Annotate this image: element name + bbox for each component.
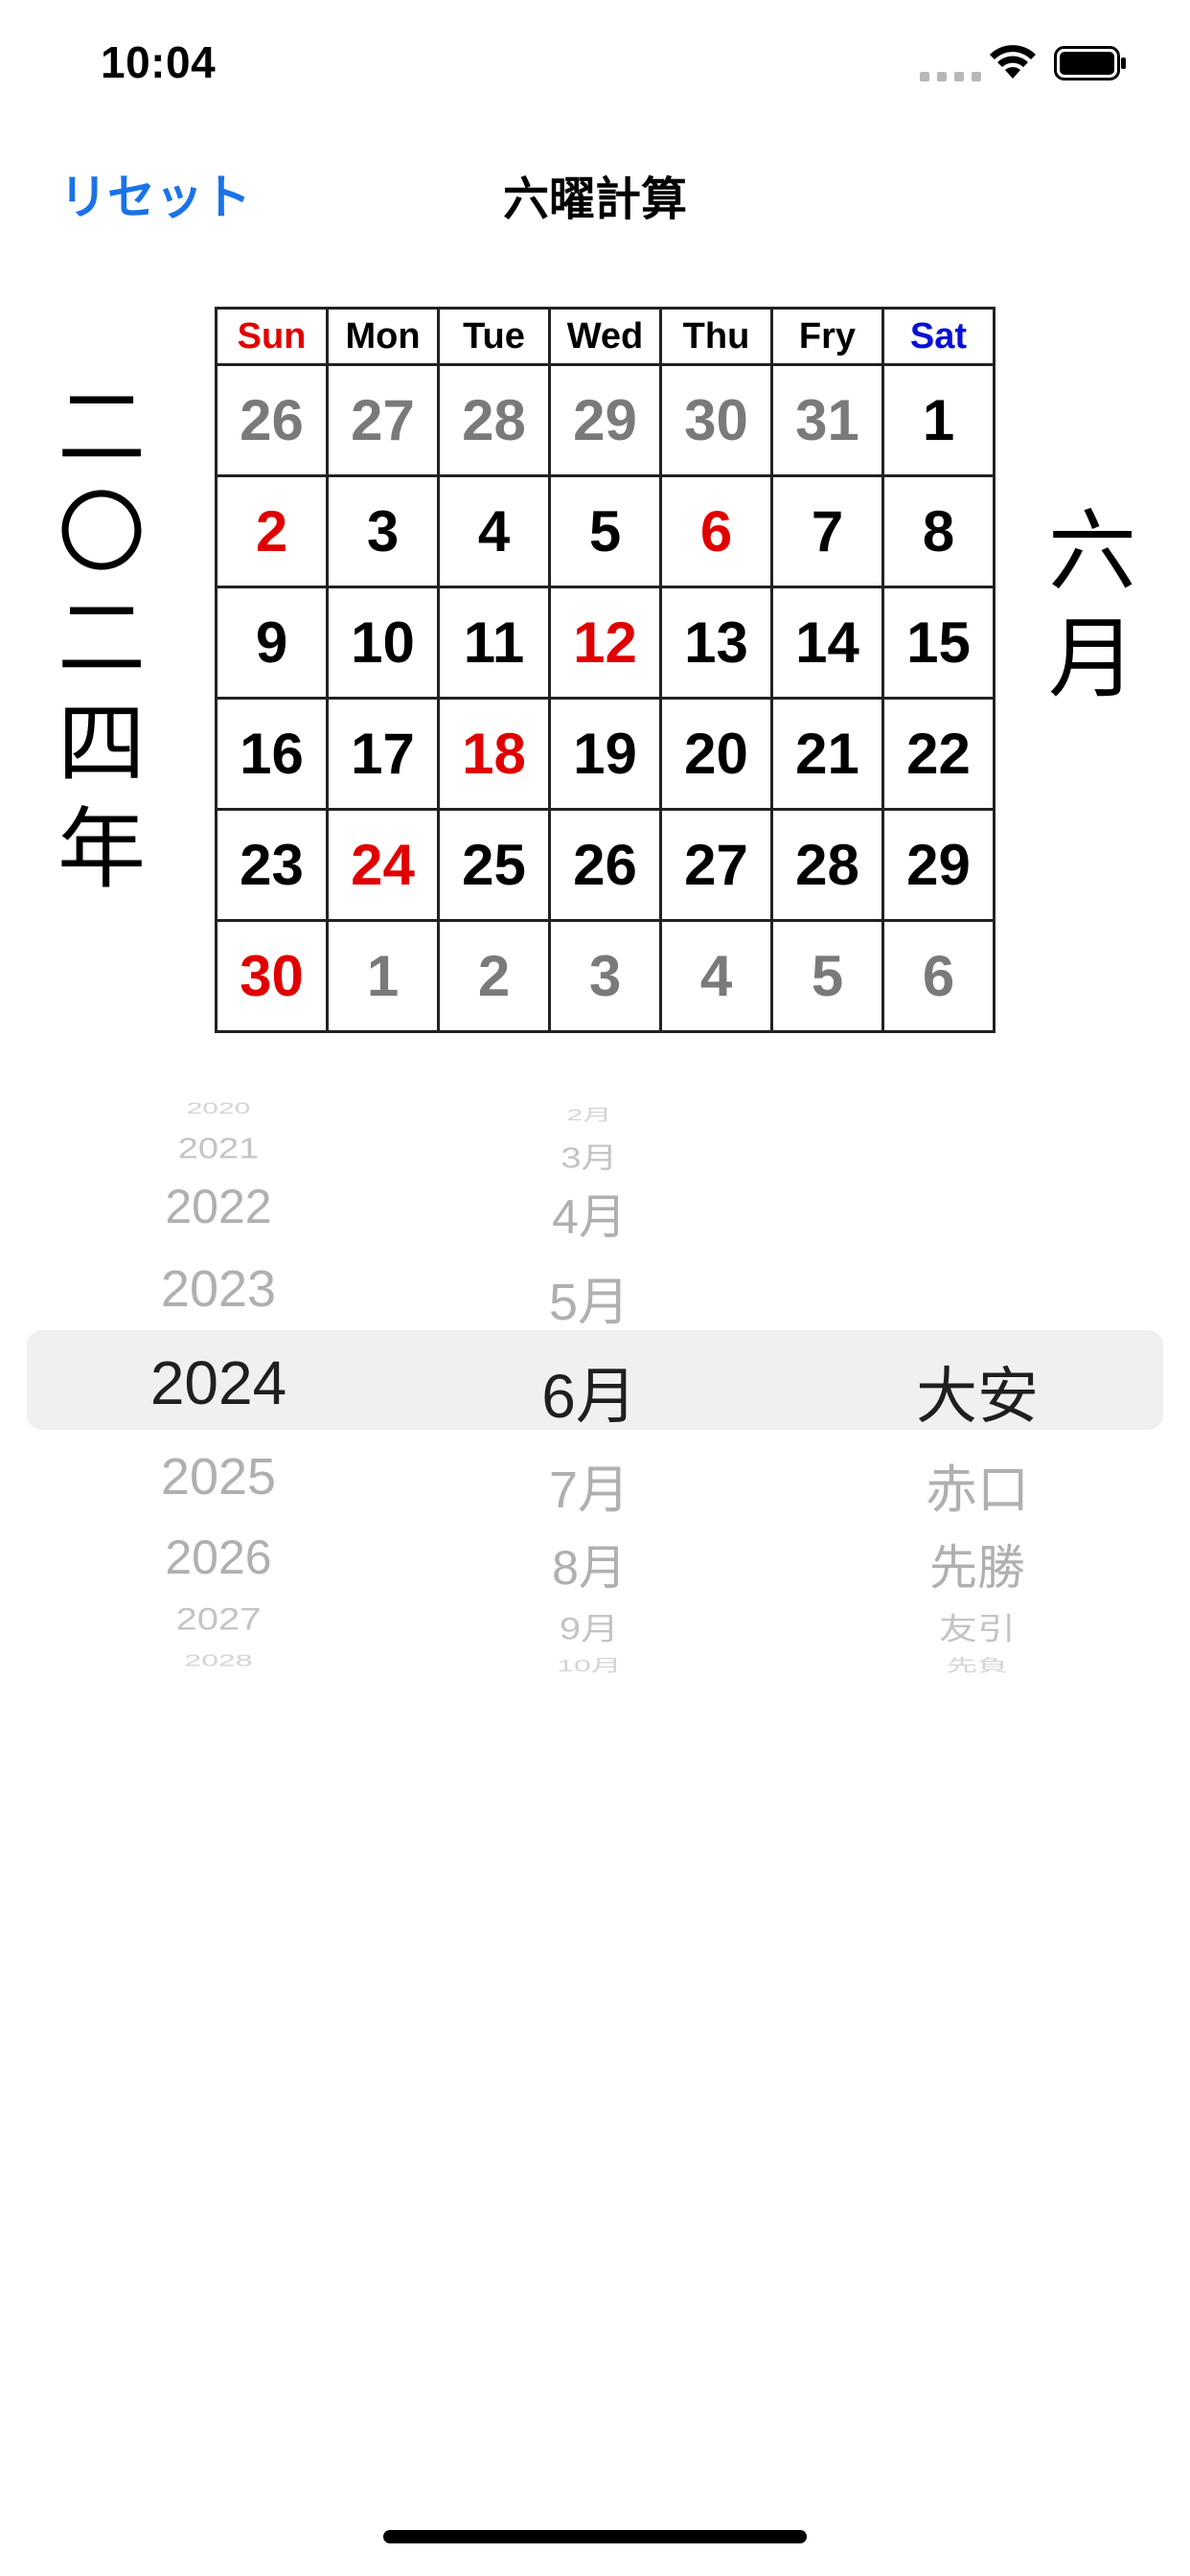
battery-icon	[1054, 46, 1126, 80]
calendar-day-cell: 20	[659, 697, 773, 811]
weekday-header-thu: Thu	[659, 307, 773, 366]
picker-year-selected[interactable]: 2024	[75, 1347, 362, 1418]
calendar-week-row: 16 17 18 19 20 21 22	[215, 697, 995, 811]
calendar-week-row: 2 3 4 5 6 7 8	[215, 474, 995, 588]
calendar-day-cell: 14	[770, 586, 884, 700]
vertical-month-label: 六 月	[1044, 498, 1140, 713]
calendar-day-cell: 7	[770, 474, 884, 588]
calendar-day-cell: 21	[770, 697, 884, 811]
calendar-day-cell: 5	[548, 474, 662, 588]
weekday-header-sat: Sat	[881, 307, 995, 366]
month-char: 月	[1047, 608, 1136, 710]
calendar-day-cell: 30	[659, 363, 773, 477]
calendar-day-cell: 18	[437, 697, 551, 811]
calendar-day-cell: 13	[659, 586, 773, 700]
weekday-header-mon: Mon	[326, 307, 440, 366]
calendar-day-cell: 2	[215, 474, 329, 588]
calendar-week-row: 30 1 2 3 4 5 6	[215, 919, 995, 1033]
picker-year-option[interactable]: 2023	[75, 1259, 362, 1319]
picker-year-option[interactable]: 2027	[75, 1603, 362, 1638]
picker-rokuyo-option[interactable]: 先勝	[834, 1530, 1121, 1598]
calendar-day-cell: 30	[215, 919, 329, 1033]
wifi-icon	[990, 45, 1036, 79]
weekday-header-wed: Wed	[548, 307, 662, 366]
calendar-day-cell: 19	[548, 697, 662, 811]
calendar-day-cell: 4	[437, 474, 551, 588]
picker-month-option[interactable]: 4月	[446, 1179, 733, 1248]
calendar-day-cell: 22	[881, 697, 995, 811]
calendar-day-cell: 29	[881, 808, 995, 922]
calendar-day-cell: 3	[326, 474, 440, 588]
calendar-grid: Sun Mon Tue Wed Thu Fry Sat 26 27 28 29 …	[215, 307, 995, 1033]
picker-month-option[interactable]: 2月	[446, 1102, 733, 1125]
calendar-week-row: 23 24 25 26 27 28 29	[215, 808, 995, 922]
calendar-day-cell: 11	[437, 586, 551, 700]
calendar-day-cell: 28	[770, 808, 884, 922]
rokuyo-picker-column[interactable]: 大安 赤口 先勝 友引 先負	[834, 1073, 1121, 1687]
picker-year-option[interactable]: 2020	[75, 1100, 362, 1118]
picker-month-option[interactable]: 10月	[446, 1652, 733, 1676]
calendar-day-cell: 4	[659, 919, 773, 1033]
weekday-header-sun: Sun	[215, 307, 329, 366]
year-char: 年	[57, 798, 146, 901]
picker-month-option[interactable]: 9月	[446, 1604, 733, 1648]
calendar-header-row: Sun Mon Tue Wed Thu Fry Sat	[215, 307, 995, 366]
calendar-day-cell: 2	[437, 919, 551, 1033]
calendar-week-row: 9 10 11 12 13 14 15	[215, 586, 995, 700]
picker-month-option[interactable]: 8月	[446, 1530, 733, 1598]
calendar-day-cell: 6	[881, 919, 995, 1033]
calendar-day-cell: 5	[770, 919, 884, 1033]
picker-month-option[interactable]: 3月	[446, 1135, 733, 1177]
calendar-day-cell: 29	[548, 363, 662, 477]
calendar-day-cell: 27	[326, 363, 440, 477]
picker-year-option[interactable]: 2022	[75, 1179, 362, 1234]
year-picker-column[interactable]: 2020 2021 2022 2023 2024 2025 2026 2027 …	[75, 1073, 362, 1687]
calendar-day-cell: 26	[215, 363, 329, 477]
picker-month-selected[interactable]: 6月	[446, 1347, 733, 1436]
picker-month-option[interactable]: 7月	[446, 1447, 733, 1523]
calendar-day-cell: 23	[215, 808, 329, 922]
picker-year-option[interactable]: 2021	[75, 1133, 362, 1165]
calendar-day-cell: 9	[215, 586, 329, 700]
picker-year-option[interactable]: 2026	[75, 1530, 362, 1585]
calendar-day-cell: 12	[548, 586, 662, 700]
vertical-year-label: 二 〇 二 四 年	[54, 376, 149, 903]
calendar-day-cell: 28	[437, 363, 551, 477]
status-time: 10:04	[101, 37, 217, 87]
page-title: 六曜計算	[502, 172, 687, 226]
calendar-day-cell: 24	[326, 808, 440, 922]
calendar-day-cell: 1	[881, 363, 995, 477]
calendar-day-cell: 16	[215, 697, 329, 811]
picker-rokuyo-option[interactable]: 先負	[834, 1652, 1121, 1676]
picker-year-option[interactable]: 2028	[75, 1650, 362, 1669]
calendar-day-cell: 8	[881, 474, 995, 588]
year-char: 四	[57, 693, 146, 795]
calendar-day-cell: 27	[659, 808, 773, 922]
year-char: 二	[57, 377, 146, 479]
calendar-day-cell: 17	[326, 697, 440, 811]
calendar-week-row: 26 27 28 29 30 31 1	[215, 363, 995, 477]
cellular-signal-icon	[920, 72, 981, 81]
calendar-day-cell: 3	[548, 919, 662, 1033]
weekday-header-fri: Fry	[770, 307, 884, 366]
calendar-day-cell: 26	[548, 808, 662, 922]
calendar-day-cell: 15	[881, 586, 995, 700]
picker-rokuyo-option[interactable]: 赤口	[834, 1447, 1121, 1523]
home-indicator	[383, 2530, 807, 2543]
calendar-day-cell: 31	[770, 363, 884, 477]
calendar-day-cell: 1	[326, 919, 440, 1033]
calendar-day-cell: 25	[437, 808, 551, 922]
year-char: 〇	[57, 482, 146, 585]
calendar-day-cell: 10	[326, 586, 440, 700]
month-picker-column[interactable]: 2月 3月 4月 5月 6月 7月 8月 9月 10月	[446, 1073, 733, 1687]
picker-year-option[interactable]: 2025	[75, 1447, 362, 1506]
month-char: 六	[1047, 500, 1136, 603]
picker-month-option[interactable]: 5月	[446, 1259, 733, 1335]
date-picker-wheel[interactable]: 2020 2021 2022 2023 2024 2025 2026 2027 …	[0, 1073, 1190, 1687]
picker-rokuyo-selected[interactable]: 大安	[834, 1347, 1121, 1436]
calendar-day-cell: 6	[659, 474, 773, 588]
weekday-header-tue: Tue	[437, 307, 551, 366]
year-char: 二	[57, 587, 146, 690]
picker-rokuyo-option[interactable]: 友引	[834, 1604, 1121, 1648]
